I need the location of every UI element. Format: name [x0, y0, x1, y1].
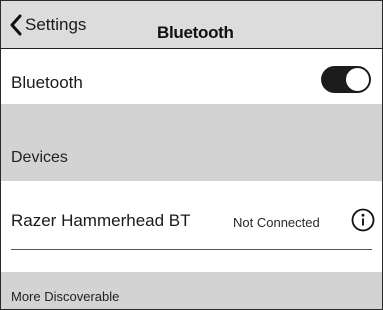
info-icon[interactable]: [351, 208, 375, 232]
device-list-item[interactable]: Razer Hammerhead BT Not Connected: [1, 181, 382, 272]
bluetooth-toggle-row: Bluetooth: [1, 49, 382, 104]
bluetooth-label: Bluetooth: [11, 73, 83, 92]
page-title: Bluetooth: [157, 23, 234, 42]
devices-section-header: Devices: [1, 104, 382, 181]
bluetooth-settings-screen: Settings Bluetooth Bluetooth Devices Raz…: [0, 0, 383, 310]
bluetooth-toggle[interactable]: [321, 66, 371, 93]
row-divider: [11, 249, 372, 250]
device-status: Not Connected: [233, 215, 320, 230]
discoverable-label: More Discoverable: [11, 289, 120, 304]
device-name: Razer Hammerhead BT: [11, 211, 191, 230]
toggle-knob: [345, 67, 370, 92]
discoverable-footer: More Discoverable: [1, 272, 382, 309]
devices-header-label: Devices: [11, 149, 68, 166]
navigation-bar: Settings Bluetooth: [1, 1, 382, 49]
back-button[interactable]: Settings: [9, 12, 86, 38]
chevron-left-icon: [9, 14, 23, 36]
back-label: Settings: [25, 15, 87, 34]
